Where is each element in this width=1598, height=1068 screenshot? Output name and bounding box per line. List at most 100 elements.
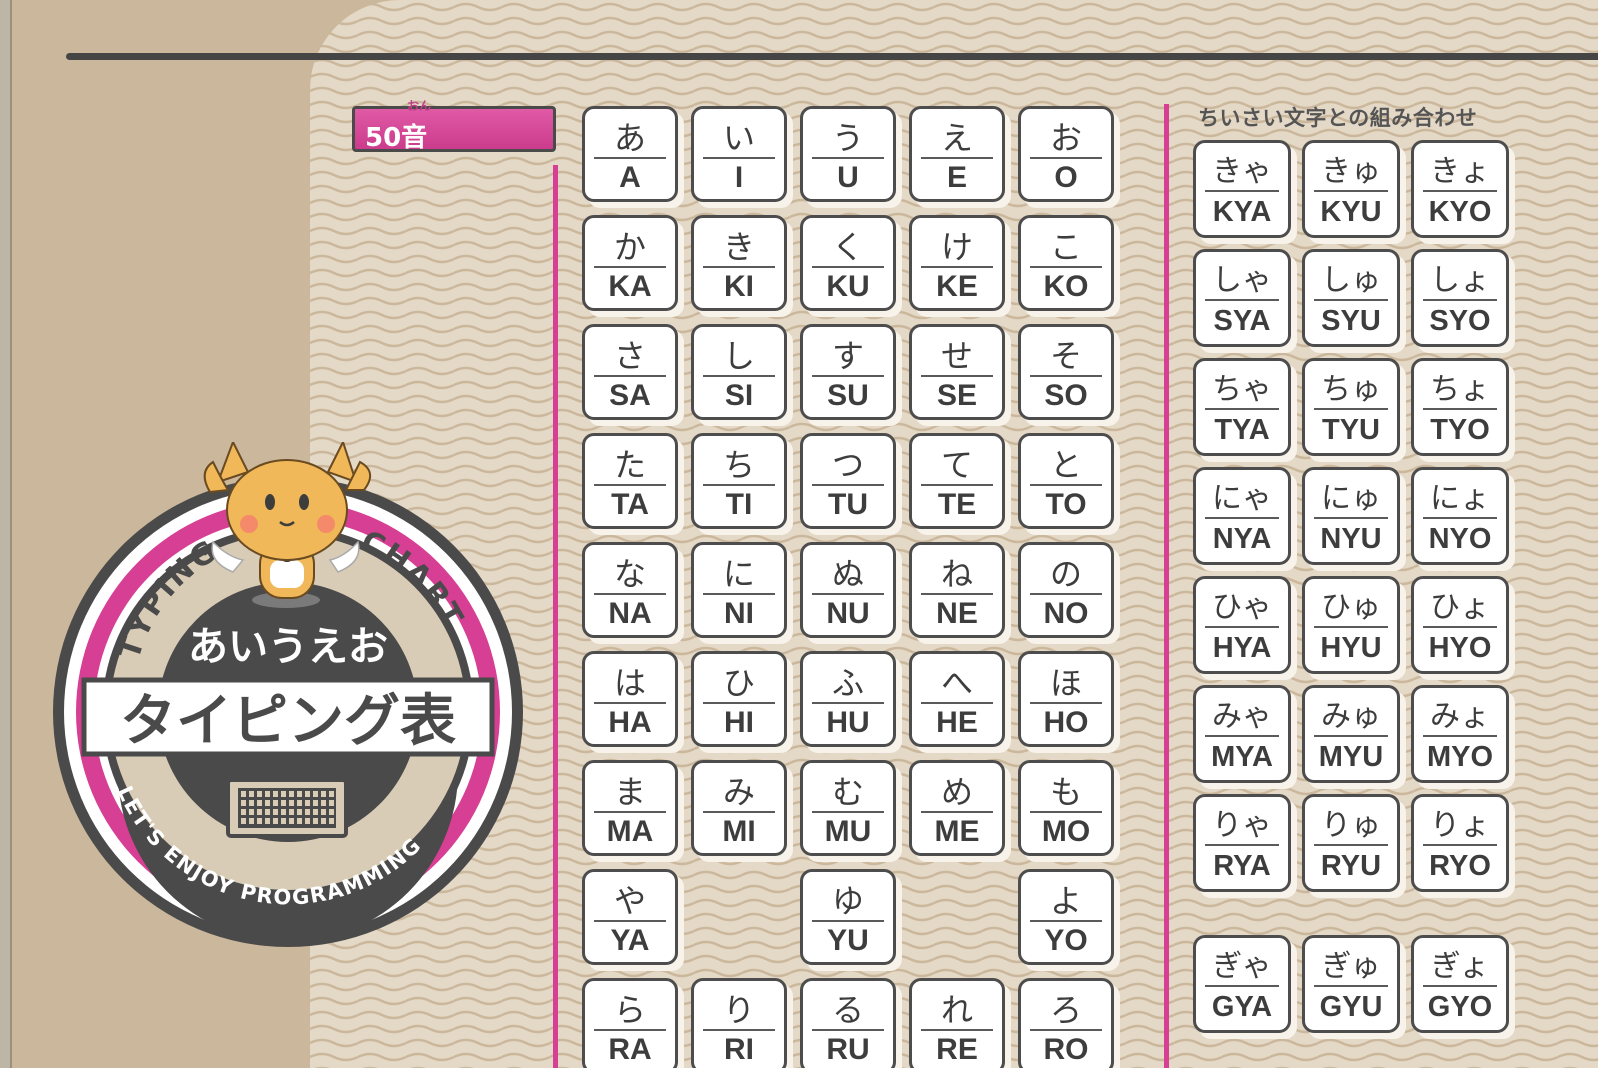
key-romaji: KYU <box>1320 196 1382 228</box>
key-romaji: TO <box>1045 488 1087 521</box>
key-romaji: U <box>837 161 859 194</box>
key-divider <box>1030 375 1102 377</box>
key-romaji: A <box>619 161 641 194</box>
key-romaji: RO <box>1043 1033 1089 1066</box>
key-na: な NA <box>582 542 678 638</box>
key-ka: か KA <box>582 215 678 311</box>
key-divider <box>1205 408 1279 410</box>
key-divider <box>703 484 775 486</box>
key-divider <box>703 702 775 704</box>
key-kana: ゆ <box>831 882 864 920</box>
key-gya: ぎゃ GYA <box>1193 935 1291 1033</box>
key-kana: め <box>940 773 973 811</box>
key-divider <box>1314 408 1388 410</box>
key-ma: ま MA <box>582 760 678 856</box>
key-romaji: NYU <box>1320 523 1382 555</box>
key-romaji: NO <box>1043 597 1089 630</box>
key-si: し SI <box>691 324 787 420</box>
key-divider <box>921 811 993 813</box>
keyboard-icon <box>226 778 348 838</box>
key-ryo: りょ RYO <box>1411 794 1509 892</box>
key-nyu: にゅ NYU <box>1302 467 1400 565</box>
key-divider <box>1030 484 1102 486</box>
key-divider <box>1205 190 1279 192</box>
key-romaji: TU <box>828 488 868 521</box>
key-nyo: にょ NYO <box>1411 467 1509 565</box>
key-kana: す <box>831 337 864 375</box>
key-romaji: RYA <box>1213 850 1271 882</box>
key-kana: ち <box>722 446 755 484</box>
key-mo: も MO <box>1018 760 1114 856</box>
key-hyo: ひょ HYO <box>1411 576 1509 674</box>
key-romaji: HYO <box>1428 632 1492 664</box>
key-divider <box>812 157 884 159</box>
key-divider <box>1314 517 1388 519</box>
key-romaji: NYA <box>1212 523 1272 555</box>
key-divider <box>1423 844 1497 846</box>
key-kana: りゃ <box>1212 808 1272 843</box>
key-kana: ひゅ <box>1321 590 1381 625</box>
key-divider <box>921 266 993 268</box>
key-kana: に <box>722 555 755 593</box>
key-kana: あ <box>613 119 646 157</box>
key-kana: れ <box>940 991 973 1029</box>
key-divider <box>1205 735 1279 737</box>
key-romaji: NI <box>724 597 754 630</box>
key-divider <box>1030 157 1102 159</box>
key-tyo: ちょ TYO <box>1411 358 1509 456</box>
key-u: うU <box>800 106 896 202</box>
key-romaji: SU <box>827 379 869 412</box>
key-romaji: GYA <box>1211 991 1273 1023</box>
key-so: そ SO <box>1018 324 1114 420</box>
typing-chart-page: おん 50音 ちいさい文字との組み合わせ あ A い I う U え E お O か KA き KI く KU… <box>0 0 1598 1068</box>
key-romaji: YU <box>827 924 869 957</box>
key-myu: みゅ MYU <box>1302 685 1400 783</box>
key-myo: みょ MYO <box>1411 685 1509 783</box>
key-nu: ぬ NU <box>800 542 896 638</box>
key-divider <box>1205 844 1279 846</box>
key-divider <box>594 702 666 704</box>
key-romaji: TYA <box>1214 414 1270 446</box>
key-romaji: HE <box>936 706 978 739</box>
key-kana: ちゅ <box>1321 372 1381 407</box>
key-romaji: E <box>946 161 967 194</box>
page-left-edge <box>10 0 12 1068</box>
key-divider <box>921 593 993 595</box>
key-rya: りゃ RYA <box>1193 794 1291 892</box>
key-divider <box>1423 735 1497 737</box>
key-romaji: NYO <box>1428 523 1492 555</box>
gojuon-divider-line <box>553 165 558 1068</box>
key-divider <box>594 593 666 595</box>
key-divider <box>703 593 775 595</box>
key-kana: と <box>1049 446 1082 484</box>
key-romaji: RE <box>936 1033 978 1066</box>
key-divider <box>594 1029 666 1031</box>
key-divider <box>1314 844 1388 846</box>
key-kana: も <box>1049 773 1082 811</box>
key-kana: しょ <box>1430 263 1490 298</box>
key-kana: き <box>722 228 755 266</box>
key-kana: ら <box>613 991 646 1029</box>
key-divider <box>1205 299 1279 301</box>
key-syu: しゅ SYU <box>1302 249 1400 347</box>
key-he: へ HE <box>909 651 1005 747</box>
key-divider <box>812 484 884 486</box>
key-e: えE <box>909 106 1005 202</box>
key-kana: た <box>613 446 646 484</box>
key-romaji: HI <box>724 706 754 739</box>
key-romaji: TYU <box>1322 414 1380 446</box>
key-ra: ら RA <box>582 978 678 1068</box>
key-kana: ほ <box>1049 664 1082 702</box>
key-mi: み MI <box>691 760 787 856</box>
key-romaji: HO <box>1043 706 1089 739</box>
key-syo: しょ SYO <box>1411 249 1509 347</box>
key-kana: にゅ <box>1321 481 1381 516</box>
key-divider <box>1423 190 1497 192</box>
key-me: め ME <box>909 760 1005 856</box>
key-kana: か <box>613 228 646 266</box>
key-ni: に NI <box>691 542 787 638</box>
key-romaji: SA <box>609 379 651 412</box>
key-romaji: SYA <box>1213 305 1271 337</box>
key-divider <box>921 157 993 159</box>
key-romaji: MO <box>1041 815 1091 848</box>
